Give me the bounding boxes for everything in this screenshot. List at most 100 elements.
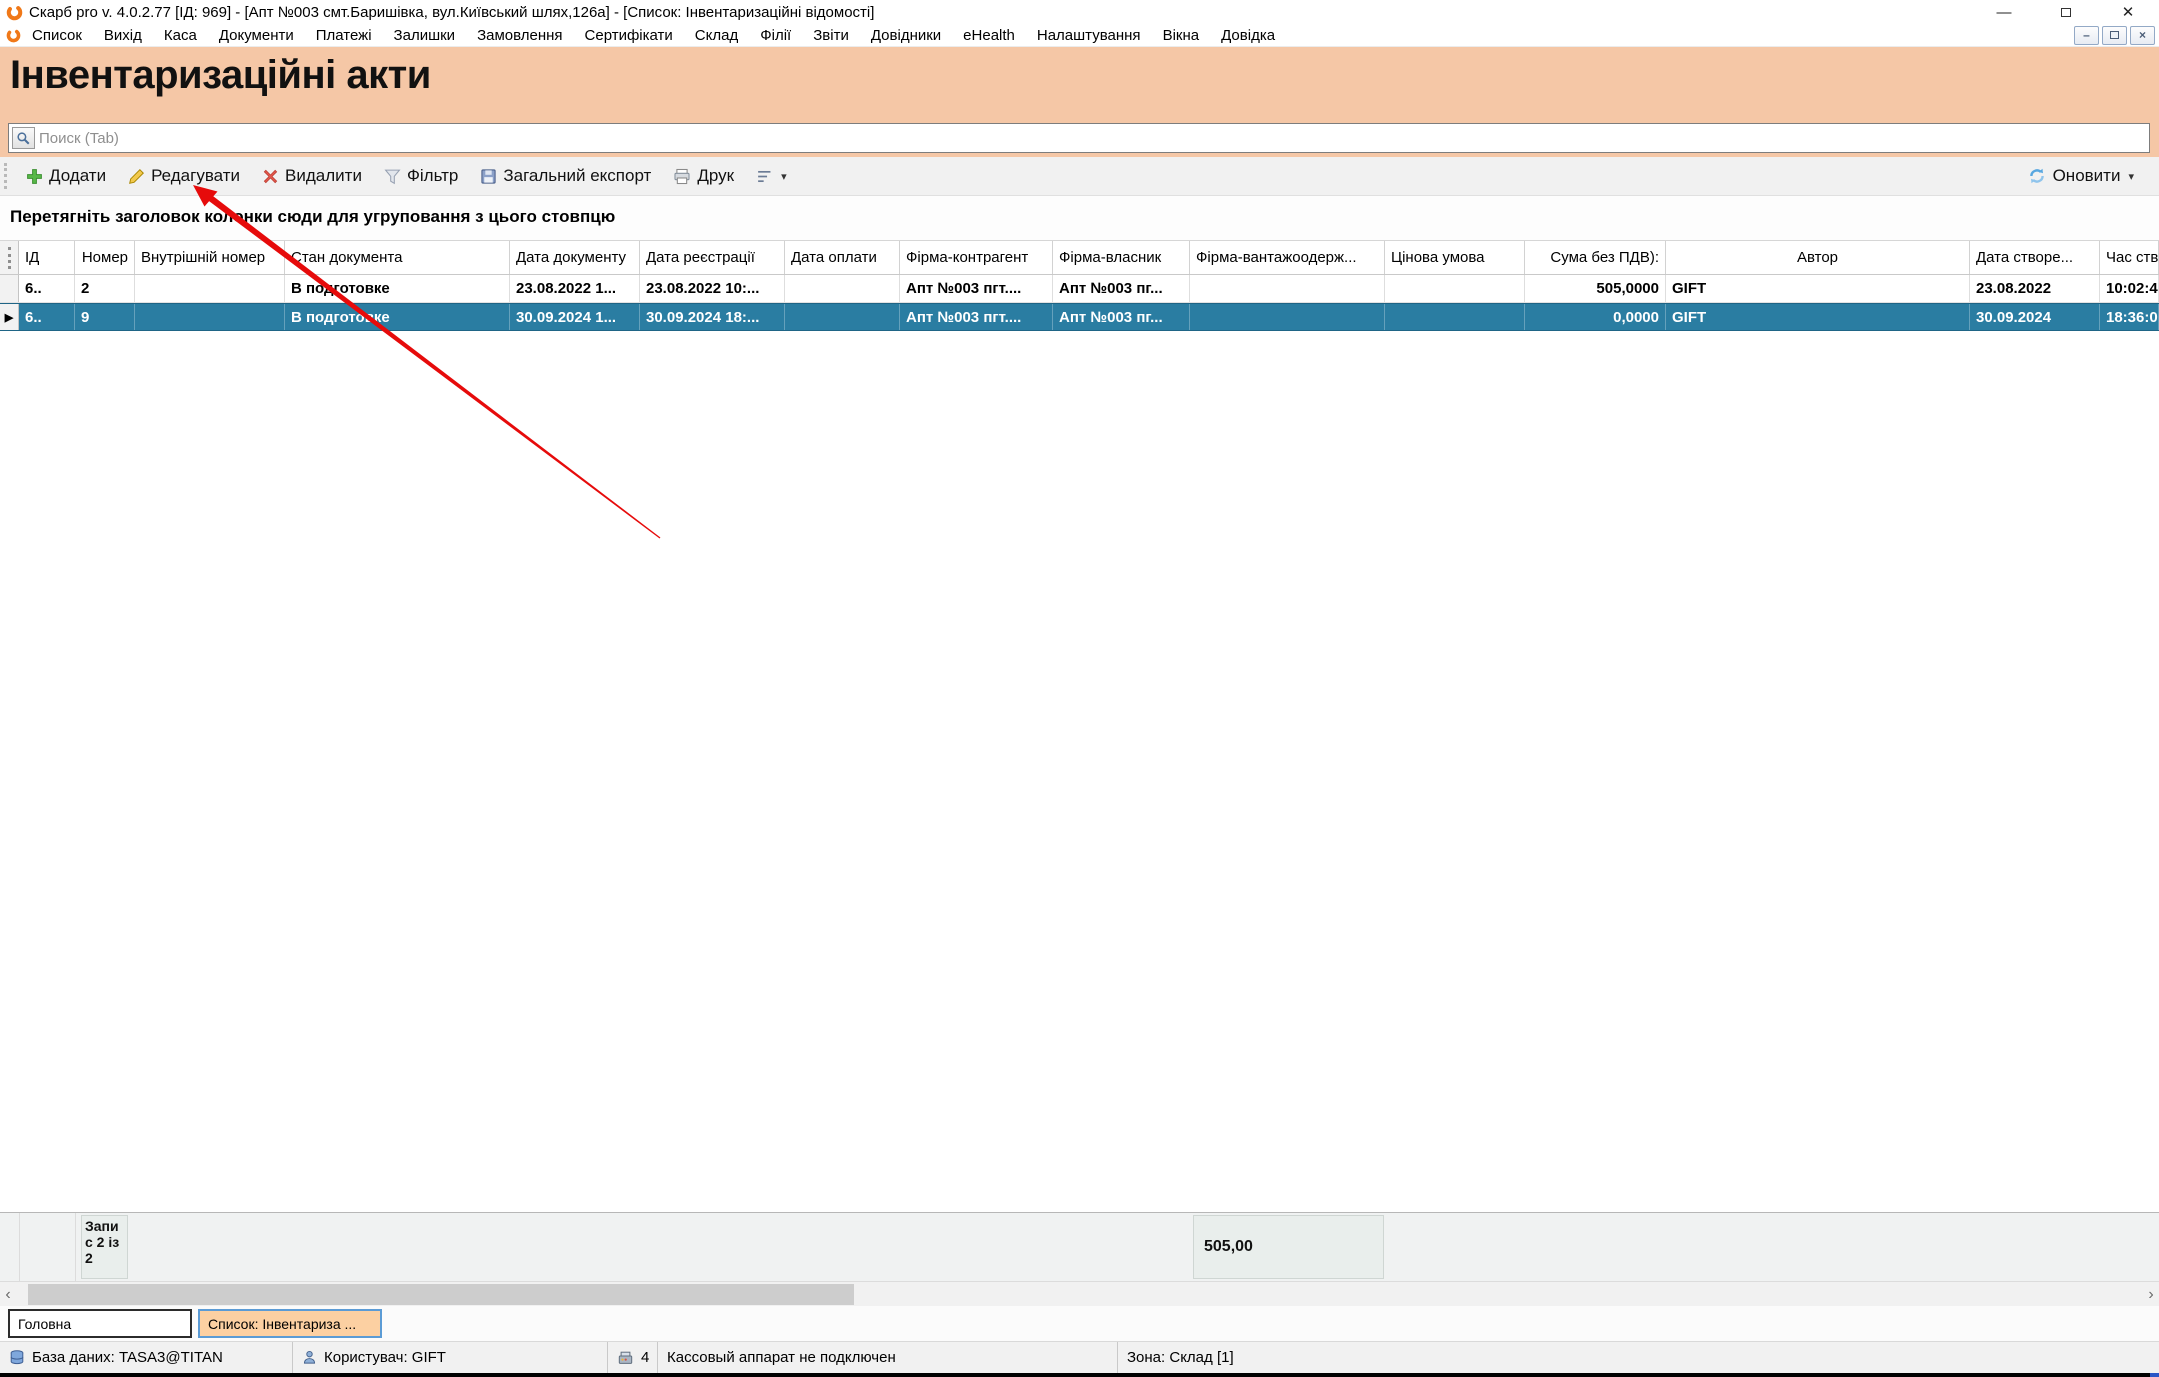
cell-contractor[interactable]: Апт №003 пгт....	[900, 304, 1053, 330]
cell-reg-date[interactable]: 30.09.2024 18:...	[640, 304, 785, 330]
toolbar-grip[interactable]	[4, 163, 9, 189]
cell-price-condition[interactable]	[1385, 275, 1525, 302]
cell-internal-number[interactable]	[135, 275, 285, 302]
cell-internal-number[interactable]	[135, 304, 285, 330]
cell-pay-date[interactable]	[785, 275, 900, 302]
cell-id[interactable]: 6..	[19, 304, 75, 330]
menu-sertyfikaty[interactable]: Сертифікати	[574, 27, 684, 44]
cell-consignee[interactable]	[1190, 275, 1385, 302]
menu-dokumenty[interactable]: Документи	[208, 27, 305, 44]
column-header-number[interactable]: Номер	[75, 241, 135, 274]
table-row[interactable]: 6.. 2 В подготовке 23.08.2022 1... 23.08…	[0, 275, 2159, 303]
column-header-doc-state[interactable]: Стан документа	[285, 241, 510, 274]
cell-author[interactable]: GIFT	[1666, 275, 1970, 302]
column-header-owner[interactable]: Фірма-власник	[1053, 241, 1190, 274]
filter-button[interactable]: Фільтр	[373, 157, 469, 195]
cell-owner[interactable]: Апт №003 пг...	[1053, 275, 1190, 302]
cell-number[interactable]: 2	[75, 275, 135, 302]
cell-reg-date[interactable]: 23.08.2022 10:...	[640, 275, 785, 302]
cell-sum-no-vat[interactable]: 0,0000	[1525, 304, 1666, 330]
cell-price-condition[interactable]	[1385, 304, 1525, 330]
group-by-panel[interactable]: Перетягніть заголовок колонки сюди для у…	[0, 196, 2159, 240]
cash-status-label: Кассовый аппарат не подключен	[667, 1349, 896, 1366]
column-header-doc-date[interactable]: Дата документу	[510, 241, 640, 274]
add-button[interactable]: Додати	[15, 157, 117, 195]
record-count: Запис 2 із 2	[81, 1215, 128, 1279]
menu-platezhi[interactable]: Платежі	[305, 27, 383, 44]
cell-consignee[interactable]	[1190, 304, 1385, 330]
search-icon[interactable]	[12, 127, 35, 149]
list-lines-icon	[756, 168, 773, 185]
menu-filii[interactable]: Філії	[749, 27, 802, 44]
mdi-minimize-button[interactable]: –	[2074, 26, 2099, 45]
app-window: Скарб pro v. 4.0.2.77 [ІД: 969] - [Апт №…	[0, 0, 2159, 1377]
menu-vikna[interactable]: Вікна	[1152, 27, 1211, 44]
export-button[interactable]: Загальний експорт	[469, 157, 662, 195]
column-header-price-condition[interactable]: Цінова умова	[1385, 241, 1525, 274]
cell-doc-state[interactable]: В подготовке	[285, 275, 510, 302]
cell-doc-state[interactable]: В подготовке	[285, 304, 510, 330]
database-icon	[9, 1349, 25, 1366]
cell-sum-no-vat[interactable]: 505,0000	[1525, 275, 1666, 302]
tab-home[interactable]: Головна	[8, 1309, 192, 1338]
column-header-created-date[interactable]: Дата створе...	[1970, 241, 2100, 274]
delete-button[interactable]: Видалити	[251, 157, 373, 195]
close-button[interactable]: ✕	[2097, 0, 2159, 24]
cell-created-date[interactable]: 30.09.2024	[1970, 304, 2100, 330]
cell-doc-date[interactable]: 30.09.2024 1...	[510, 304, 640, 330]
menu-zvity[interactable]: Звіти	[802, 27, 860, 44]
mdi-restore-button[interactable]	[2102, 26, 2127, 45]
scroll-left-button[interactable]: ‹	[0, 1282, 16, 1307]
column-header-pay-date[interactable]: Дата оплати	[785, 241, 900, 274]
column-header-author[interactable]: Автор	[1666, 241, 1970, 274]
cell-created-time[interactable]: 10:02:4	[2100, 275, 2159, 302]
column-header-consignee[interactable]: Фірма-вантажоодерж...	[1190, 241, 1385, 274]
row-height-button[interactable]: ▾	[745, 157, 798, 195]
search-input[interactable]	[39, 125, 2147, 151]
menu-sklad[interactable]: Склад	[684, 27, 749, 44]
menu-kasa[interactable]: Каса	[153, 27, 208, 44]
scrollbar-thumb[interactable]	[28, 1284, 854, 1305]
cell-doc-date[interactable]: 23.08.2022 1...	[510, 275, 640, 302]
menu-zamovlennia[interactable]: Замовлення	[466, 27, 573, 44]
cell-pay-date[interactable]	[785, 304, 900, 330]
cell-id[interactable]: 6..	[19, 275, 75, 302]
pencil-icon	[128, 168, 145, 185]
menu-dovidnyky[interactable]: Довідники	[860, 27, 952, 44]
cell-number[interactable]: 9	[75, 304, 135, 330]
user-label: Користувач: GIFT	[324, 1349, 446, 1366]
grid-corner-grip-icon[interactable]	[0, 241, 19, 274]
horizontal-scrollbar[interactable]: ‹ ›	[0, 1281, 2159, 1306]
window-controls: — ✕	[1973, 0, 2159, 24]
refresh-button[interactable]: Оновити ▾	[2016, 166, 2145, 186]
cell-contractor[interactable]: Апт №003 пгт....	[900, 275, 1053, 302]
cell-created-date[interactable]: 23.08.2022	[1970, 275, 2100, 302]
printer-icon	[673, 168, 691, 185]
edit-button[interactable]: Редагувати	[117, 157, 251, 195]
cell-author[interactable]: GIFT	[1666, 304, 1970, 330]
table-row-selected[interactable]: ▶ 6.. 9 В подготовке 30.09.2024 1... 30.…	[0, 303, 2159, 331]
statusbar-cash-status: Кассовый аппарат не подключен	[658, 1342, 1118, 1373]
menu-ehealth[interactable]: eHealth	[952, 27, 1026, 44]
column-header-sum-no-vat[interactable]: Сума без ПДВ):	[1525, 241, 1666, 274]
column-header-reg-date[interactable]: Дата реєстрації	[640, 241, 785, 274]
documents-grid: ІД Номер Внутрішній номер Стан документа…	[0, 240, 2159, 1212]
menu-nalashtuvannia[interactable]: Налаштування	[1026, 27, 1152, 44]
column-header-contractor[interactable]: Фірма-контрагент	[900, 241, 1053, 274]
restore-button[interactable]	[2035, 0, 2097, 24]
column-header-id[interactable]: ІД	[19, 241, 75, 274]
column-header-internal-number[interactable]: Внутрішній номер	[135, 241, 285, 274]
column-header-created-time[interactable]: Час ств	[2100, 241, 2159, 274]
menu-vykhid[interactable]: Вихід	[93, 27, 153, 44]
cell-created-time[interactable]: 18:36:0	[2100, 304, 2159, 330]
statusbar-database: База даних: TASA3@TITAN	[0, 1342, 293, 1373]
tab-inventory-list[interactable]: Список: Інвентариза ...	[198, 1309, 382, 1338]
mdi-close-button[interactable]: ×	[2130, 26, 2155, 45]
cell-owner[interactable]: Апт №003 пг...	[1053, 304, 1190, 330]
scroll-right-button[interactable]: ›	[2143, 1282, 2159, 1307]
menu-zalyshky[interactable]: Залишки	[383, 27, 467, 44]
minimize-button[interactable]: —	[1973, 0, 2035, 24]
menu-spysok[interactable]: Список	[21, 27, 93, 44]
print-button[interactable]: Друк	[662, 157, 745, 195]
menu-dovidka[interactable]: Довідка	[1210, 27, 1286, 44]
